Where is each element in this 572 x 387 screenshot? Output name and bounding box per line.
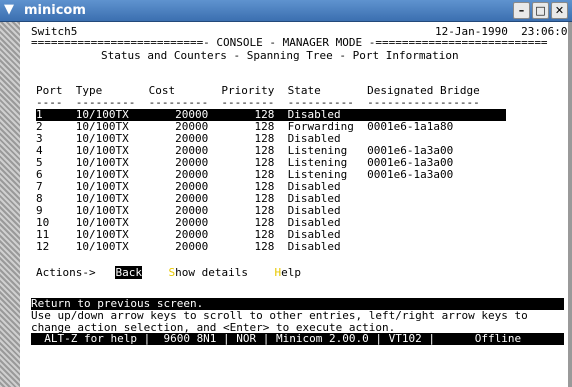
- status-bar: ALT-Z for help | 9600 8N1 | NOR | Minico…: [31, 333, 564, 345]
- mode-line: ==========================- CONSOLE - MA…: [31, 36, 548, 49]
- table-row[interactable]: 12 10/100TX 20000 128 Disabled: [36, 241, 341, 253]
- actions-label: Actions->: [36, 266, 96, 279]
- window-menu-icon[interactable]: ▼: [4, 2, 20, 18]
- minimize-icon[interactable]: –: [513, 2, 530, 19]
- terminal-screen[interactable]: Switch5 12-Jan-1990 23:06:07 ===========…: [20, 22, 568, 387]
- left-frame: [0, 22, 20, 387]
- window-titlebar: ▼ minicom – □ ✕: [0, 0, 572, 22]
- show-details-action[interactable]: Show details: [168, 266, 247, 279]
- close-icon[interactable]: ✕: [551, 2, 568, 19]
- window-title: minicom: [24, 3, 86, 18]
- back-action-label: ack: [122, 266, 142, 279]
- back-action[interactable]: Back: [115, 266, 142, 279]
- help-action[interactable]: Help: [274, 266, 301, 279]
- actions-bar: Actions-> Back Show details Help: [36, 266, 301, 279]
- show-details-label: how details: [175, 266, 248, 279]
- maximize-icon[interactable]: □: [532, 2, 549, 19]
- right-frame: [568, 22, 572, 387]
- page-title: Status and Counters - Spanning Tree - Po…: [101, 49, 459, 62]
- help-label: elp: [281, 266, 301, 279]
